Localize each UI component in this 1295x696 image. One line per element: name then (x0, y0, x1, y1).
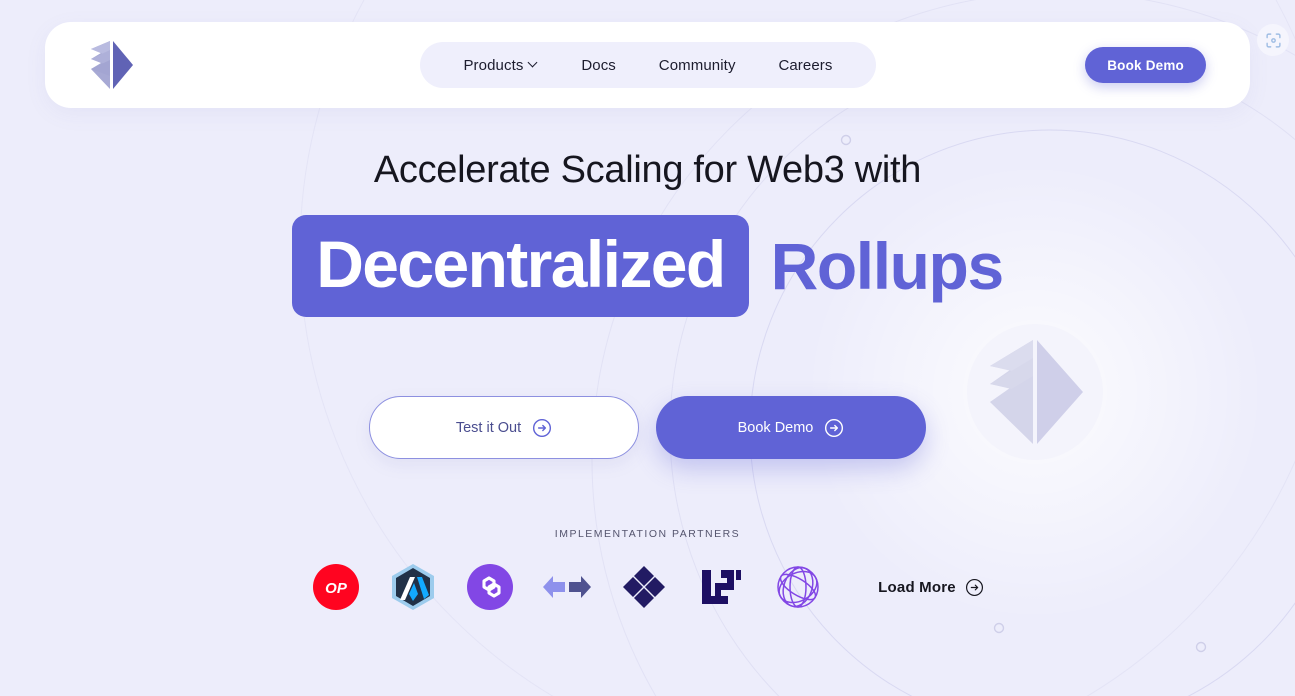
svg-text:OP: OP (325, 580, 348, 597)
partner-logo-optimism[interactable]: OP (311, 562, 361, 612)
nav-item-products-label: Products (463, 56, 524, 74)
arrow-right-circle-icon (825, 418, 844, 437)
hero-cta-row: Test it Out Book Demo (0, 396, 1295, 459)
arbitrum-logo-icon (392, 564, 435, 610)
partner-logo-diamond-cluster[interactable] (619, 562, 669, 612)
chevron-down-icon (529, 59, 538, 68)
nav-item-community[interactable]: Community (659, 57, 736, 74)
optimism-logo-icon: OP (313, 564, 360, 610)
nav-item-docs[interactable]: Docs (581, 57, 616, 74)
brand-logo[interactable] (89, 40, 135, 90)
hero-highlight-word: Decentralized (292, 214, 749, 317)
hero-book-demo-label: Book Demo (737, 419, 814, 436)
load-more-label: Load More (878, 578, 956, 596)
hero-headline-emphasis: Decentralized Rollups (0, 214, 1295, 317)
partners-logo-row: OP Load More (0, 562, 1295, 612)
screenshot-capture-button[interactable] (1257, 24, 1289, 56)
arrow-right-circle-icon (965, 578, 983, 596)
hero-plain-word: Rollups (770, 228, 1005, 303)
test-it-out-button[interactable]: Test it Out (369, 396, 639, 459)
load-more-button[interactable]: Load More (878, 578, 984, 597)
arrows-exchange-logo-icon (543, 576, 592, 598)
diamond-cluster-logo-icon (623, 566, 666, 608)
partner-logo-globe[interactable] (773, 562, 823, 612)
header-book-demo-button[interactable]: Book Demo (1085, 47, 1206, 83)
test-it-out-label: Test it Out (455, 419, 522, 436)
hero-section: Accelerate Scaling for Web3 with Decentr… (0, 149, 1295, 317)
nav-item-products[interactable]: Products (463, 57, 538, 74)
nav-item-docs-label: Docs (581, 56, 616, 74)
partner-logo-l2[interactable] (696, 562, 746, 612)
screenshot-capture-icon (1265, 32, 1281, 48)
partner-logo-arrows-exchange[interactable] (542, 562, 592, 612)
partners-section-label: IMPLEMENTATION PARTNERS (554, 528, 741, 540)
site-header: Products Docs Community Careers Book Dem… (45, 22, 1250, 108)
primary-nav: Products Docs Community Careers (420, 42, 876, 88)
globe-wireframe-logo-icon (777, 566, 819, 608)
l2-monogram-logo-icon (702, 570, 742, 604)
hero-book-demo-button[interactable]: Book Demo (656, 396, 926, 459)
layered-arrow-logo-icon (91, 41, 133, 89)
nav-item-careers[interactable]: Careers (778, 57, 832, 74)
arrow-right-circle-icon (533, 418, 552, 437)
polygon-logo-icon (467, 564, 514, 610)
partner-logo-polygon[interactable] (465, 562, 515, 612)
nav-item-careers-label: Careers (778, 56, 833, 74)
partner-logo-arbitrum[interactable] (388, 562, 438, 612)
nav-item-community-label: Community (658, 56, 736, 74)
page-title: Accelerate Scaling for Web3 with (373, 149, 922, 191)
